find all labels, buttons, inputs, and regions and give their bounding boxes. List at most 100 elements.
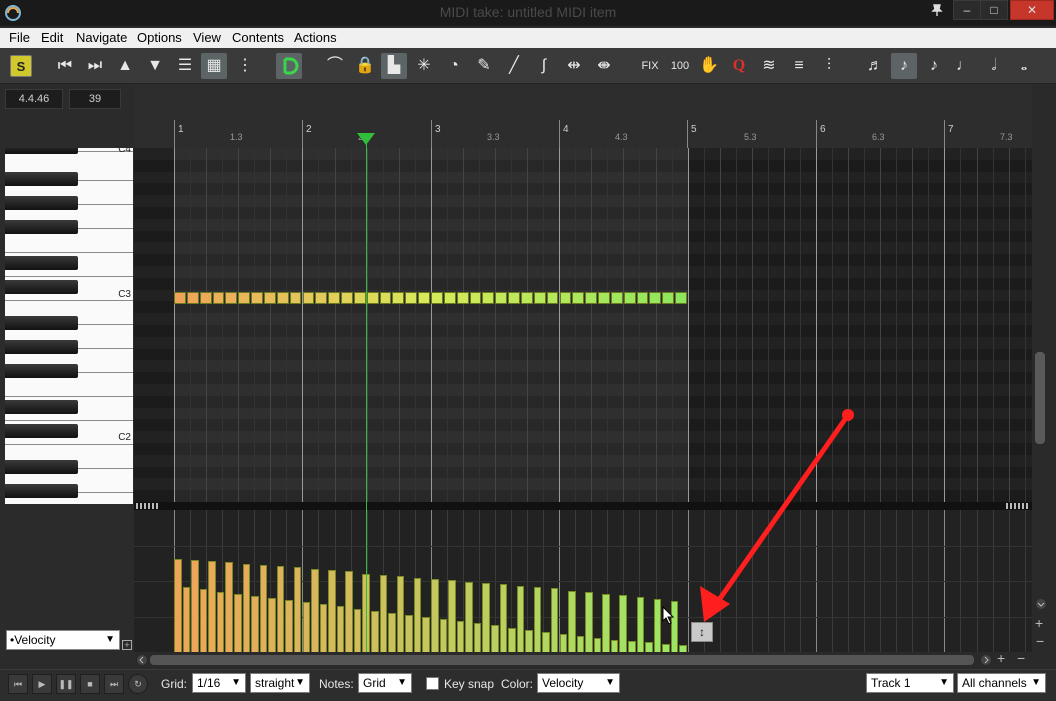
- midi-note[interactable]: [289, 292, 302, 304]
- transport-stop-icon[interactable]: ■: [80, 674, 100, 694]
- velocity-bar[interactable]: [508, 628, 516, 652]
- velocity-bar[interactable]: [319, 604, 328, 652]
- maximize-button[interactable]: □: [980, 0, 1008, 20]
- midi-note[interactable]: [174, 292, 186, 304]
- velocity-bar[interactable]: [379, 575, 388, 652]
- midi-note[interactable]: [533, 292, 546, 304]
- menu-view[interactable]: View: [193, 30, 221, 45]
- split-icon[interactable]: ⇹: [561, 53, 587, 79]
- piano-keyboard[interactable]: C4 C3 C2: [5, 148, 133, 504]
- hundred-button[interactable]: 100: [666, 53, 694, 79]
- velocity-bar[interactable]: [336, 606, 345, 652]
- velocity-bar[interactable]: [353, 609, 362, 652]
- midi-note[interactable]: [456, 292, 469, 304]
- midi-note[interactable]: [392, 292, 405, 304]
- midi-note[interactable]: [662, 292, 675, 304]
- velocity-bars[interactable]: [134, 510, 1032, 652]
- velocity-tool-icon[interactable]: ▙: [381, 53, 407, 79]
- midi-note[interactable]: [251, 292, 263, 304]
- velocity-bar[interactable]: [251, 596, 259, 652]
- transport-loop-icon[interactable]: ↻: [128, 674, 148, 694]
- curve-tool-icon[interactable]: ⌒: [322, 53, 348, 79]
- zoom-in-vertical-icon[interactable]: +: [1035, 615, 1043, 631]
- midi-note[interactable]: [238, 292, 251, 304]
- velocity-bar[interactable]: [525, 630, 533, 652]
- velocity-bar[interactable]: [602, 594, 610, 652]
- velocity-bar[interactable]: [645, 642, 653, 652]
- midi-note[interactable]: [315, 292, 328, 304]
- menu-actions[interactable]: Actions: [294, 30, 337, 45]
- velocity-bar[interactable]: [302, 602, 311, 652]
- glue-icon[interactable]: ⇼: [591, 53, 617, 79]
- menu-navigate[interactable]: Navigate: [76, 30, 127, 45]
- velocity-bar[interactable]: [345, 571, 353, 652]
- note-quarter-icon[interactable]: ♩: [951, 53, 977, 79]
- quantize-q-button[interactable]: Q: [726, 53, 752, 79]
- midi-note[interactable]: [366, 292, 379, 304]
- midi-note[interactable]: [482, 292, 495, 304]
- pencil-icon[interactable]: ✎: [471, 53, 497, 79]
- transport-start-icon[interactable]: ⏮: [8, 674, 28, 694]
- velocity-bar[interactable]: [482, 583, 490, 652]
- midi-note[interactable]: [379, 292, 392, 304]
- velocity-bar[interactable]: [293, 567, 302, 652]
- velocity-bar[interactable]: [242, 564, 251, 652]
- timeline-ruler[interactable]: 1 2 3 4 5 6 7 1.3 2.3 3.3 4.3 5.3 6.3 7.…: [134, 84, 1032, 148]
- velocity-bar[interactable]: [679, 645, 687, 652]
- fix-button[interactable]: FIX: [636, 53, 664, 79]
- velocity-bar[interactable]: [559, 634, 568, 652]
- velocity-bar[interactable]: [233, 594, 242, 652]
- forward-icon[interactable]: ⏭: [82, 53, 108, 79]
- midi-note[interactable]: [199, 292, 212, 304]
- velocity-bar[interactable]: [208, 561, 216, 652]
- channel-select[interactable]: All channels ▼: [957, 673, 1046, 693]
- keysnap-checkbox[interactable]: [426, 677, 439, 690]
- hand-icon[interactable]: ✋: [696, 53, 722, 79]
- velocity-bar[interactable]: [628, 641, 636, 652]
- track-select[interactable]: Track 1 ▼: [866, 673, 954, 693]
- midi-note[interactable]: [469, 292, 482, 304]
- velocity-bar[interactable]: [499, 584, 508, 652]
- midi-note[interactable]: [405, 292, 418, 304]
- midi-note[interactable]: [623, 292, 636, 304]
- velocity-bar[interactable]: [182, 587, 191, 652]
- velocity-bar[interactable]: [653, 599, 662, 652]
- velocity-bar[interactable]: [396, 576, 405, 652]
- velocity-bar[interactable]: [413, 578, 422, 652]
- zoom-out-horizontal-icon[interactable]: −: [1017, 650, 1025, 666]
- velocity-bar[interactable]: [405, 615, 413, 652]
- velocity-bar[interactable]: [516, 586, 525, 652]
- midi-note[interactable]: [598, 292, 610, 304]
- midi-note[interactable]: [418, 292, 430, 304]
- velocity-bar[interactable]: [550, 588, 559, 652]
- midi-note[interactable]: [675, 292, 687, 304]
- midi-note[interactable]: [263, 292, 276, 304]
- piano-roll-view-icon[interactable]: ▦: [201, 53, 227, 79]
- menu-file[interactable]: File: [9, 30, 30, 45]
- velocity-bar[interactable]: [422, 617, 430, 652]
- menu-contents[interactable]: Contents: [232, 30, 284, 45]
- midi-notes[interactable]: [174, 292, 688, 304]
- velocity-bar[interactable]: [174, 559, 182, 652]
- loop-icon[interactable]: [276, 53, 302, 79]
- midi-note[interactable]: [508, 292, 520, 304]
- midi-note[interactable]: [276, 292, 289, 304]
- scroll-down-icon[interactable]: [1035, 598, 1047, 610]
- velocity-bar[interactable]: [619, 595, 628, 652]
- menu-edit[interactable]: Edit: [41, 30, 63, 45]
- velocity-bar[interactable]: [285, 600, 293, 652]
- midi-note[interactable]: [610, 292, 623, 304]
- velocity-bar[interactable]: [465, 582, 473, 652]
- horizontal-scroll-thumb[interactable]: [150, 655, 974, 665]
- velocity-bar[interactable]: [448, 580, 456, 652]
- playhead-line[interactable]: [366, 134, 367, 652]
- midi-note[interactable]: [341, 292, 353, 304]
- midi-note[interactable]: [431, 292, 443, 304]
- grid-select[interactable]: 1/16 ▼: [192, 673, 246, 693]
- menu-options[interactable]: Options: [137, 30, 182, 45]
- color-select[interactable]: Velocity ▼: [537, 673, 620, 693]
- midi-note[interactable]: [546, 292, 559, 304]
- midi-note[interactable]: [225, 292, 238, 304]
- piano-roll-grid[interactable]: [134, 148, 1032, 502]
- solo-s-button[interactable]: S: [10, 55, 32, 77]
